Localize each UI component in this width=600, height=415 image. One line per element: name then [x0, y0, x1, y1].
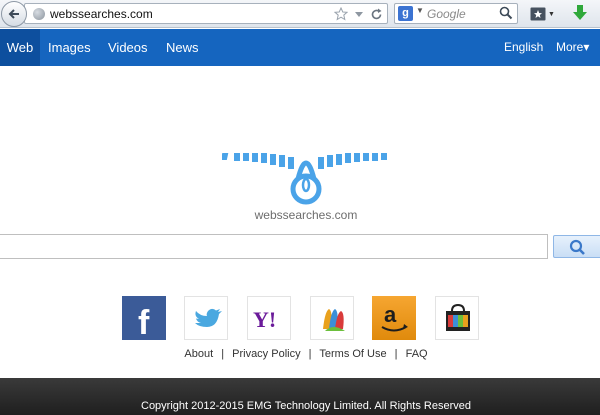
bookmarks-button[interactable]: ▼ — [530, 4, 556, 24]
page-footer: Copyright 2012-2015 EMG Technology Limit… — [0, 378, 600, 415]
download-icon — [573, 5, 587, 20]
back-button[interactable] — [1, 1, 27, 27]
google-icon[interactable]: g — [398, 6, 413, 21]
shopping-bag-icon[interactable] — [435, 296, 479, 340]
language-selector[interactable]: English — [504, 29, 543, 66]
search-icon[interactable] — [499, 6, 513, 20]
reload-icon[interactable] — [370, 8, 383, 21]
separator: | — [394, 348, 398, 360]
top-navigation: Web Images Videos News English More▾ — [0, 29, 600, 66]
more-menu[interactable]: More▾ — [556, 29, 589, 66]
svg-text:f: f — [138, 304, 150, 340]
address-text[interactable]: webssearches.com — [50, 7, 153, 21]
logo-bird-icon — [220, 153, 387, 205]
download-button[interactable] — [572, 4, 590, 24]
search-input[interactable] — [0, 234, 548, 259]
star-icon[interactable] — [334, 7, 348, 21]
back-arrow-icon — [8, 9, 19, 19]
footer-links: About | Privacy Policy | Terms Of Use | … — [0, 348, 600, 360]
yahoo-icon[interactable]: Y! — [247, 296, 291, 340]
terms-link[interactable]: Terms Of Use — [319, 348, 386, 360]
nav-news[interactable]: News — [166, 29, 199, 66]
nav-images[interactable]: Images — [48, 29, 91, 66]
browser-search-bar[interactable]: g ▼ Google — [394, 3, 518, 24]
svg-text:a: a — [384, 302, 397, 327]
browser-toolbar: webssearches.com g ▼ Google ▼ — [0, 0, 600, 28]
faq-link[interactable]: FAQ — [406, 348, 428, 360]
separator: | — [308, 348, 312, 360]
bookmarks-dropdown-icon[interactable]: ▼ — [548, 11, 555, 18]
nav-web[interactable]: Web — [0, 29, 40, 66]
about-link[interactable]: About — [184, 348, 213, 360]
search-button[interactable] — [553, 235, 600, 258]
msn-icon[interactable] — [310, 296, 354, 340]
svg-text:Y!: Y! — [253, 307, 276, 332]
browser-search-placeholder[interactable]: Google — [427, 7, 466, 21]
copyright-text: Copyright 2012-2015 EMG Technology Limit… — [141, 400, 471, 412]
search-icon — [569, 239, 585, 255]
separator: | — [221, 348, 225, 360]
globe-icon — [33, 8, 45, 20]
bookmarks-icon — [530, 7, 546, 21]
twitter-icon[interactable] — [184, 296, 228, 340]
nav-videos[interactable]: Videos — [108, 29, 148, 66]
privacy-link[interactable]: Privacy Policy — [232, 348, 300, 360]
dropdown-icon[interactable] — [354, 9, 364, 19]
facebook-icon[interactable]: f — [122, 296, 166, 342]
logo-text: webssearches.com — [254, 208, 358, 222]
engine-dropdown-icon[interactable]: ▼ — [416, 6, 424, 15]
address-bar[interactable]: webssearches.com — [24, 3, 388, 24]
amazon-icon[interactable]: a — [372, 296, 416, 340]
